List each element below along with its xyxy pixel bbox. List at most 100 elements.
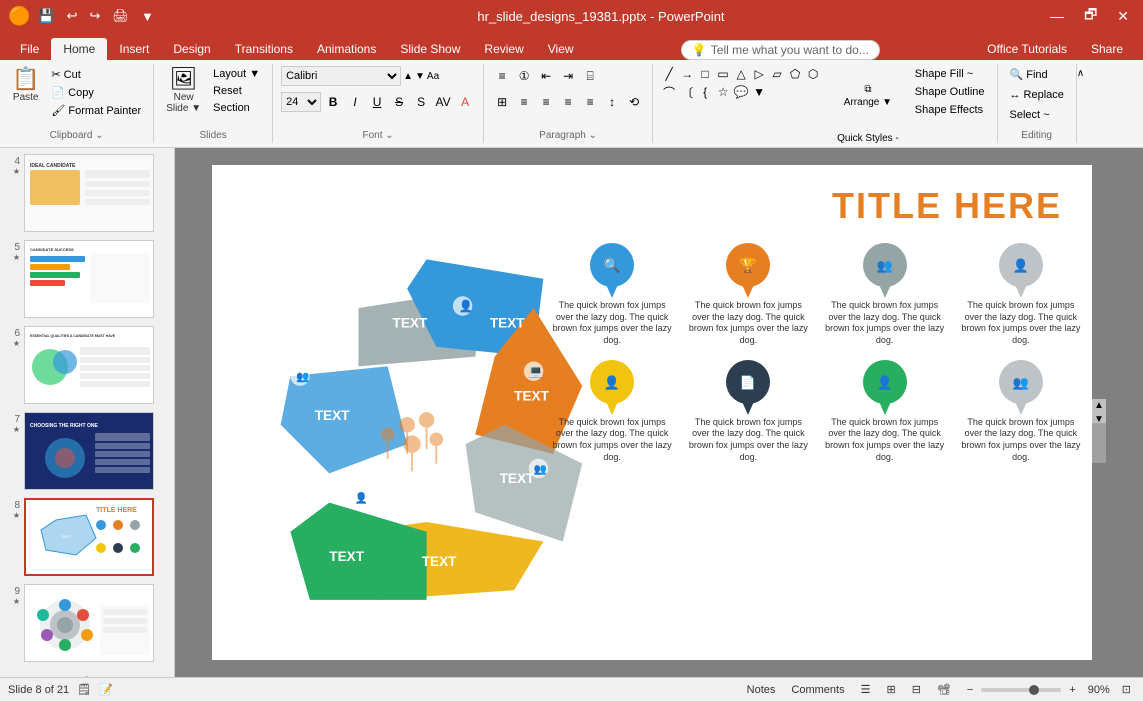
bracket-shape[interactable]: 〔 (679, 84, 695, 100)
reset-button[interactable]: Reset (209, 83, 264, 99)
tab-view[interactable]: View (536, 38, 586, 60)
callout-shape[interactable]: 💬 (733, 84, 749, 100)
line-spacing-button[interactable]: ↕ (602, 92, 622, 112)
decrease-indent-button[interactable]: ⇤ (536, 66, 556, 86)
scroll-up-button[interactable]: ▲ (1092, 399, 1106, 413)
zoom-out-button[interactable]: − (963, 684, 977, 696)
underline-button[interactable]: U (367, 92, 387, 112)
slide-thumb-6[interactable]: 6 ★ ESSENTIAL QUALITIES A CANDIDATE MUST… (4, 324, 170, 406)
justify-button[interactable]: ≡ (580, 92, 600, 112)
smart-art-button[interactable]: ⌸ (580, 66, 600, 86)
close-button[interactable]: ✕ (1111, 8, 1135, 25)
align-center-button[interactable]: ≡ (536, 92, 556, 112)
view-slide-sorter-button[interactable]: ⊞ (882, 683, 899, 696)
rect-shape[interactable]: □ (697, 66, 713, 82)
paste-button[interactable]: 📋 Paste (8, 66, 43, 105)
share-button[interactable]: Share (1079, 38, 1135, 60)
fit-slide-button[interactable]: ⊡ (1118, 683, 1135, 696)
new-slide-button[interactable]: 🖼 NewSlide ▼ (162, 66, 205, 116)
slide-thumbnail-6[interactable]: ESSENTIAL QUALITIES A CANDIDATE MUST HAV… (24, 326, 154, 404)
slide-thumb-8[interactable]: 8 ★ TITLE HERE TEXT (4, 496, 170, 578)
hex-shape[interactable]: ⬡ (805, 66, 821, 82)
rtri-shape[interactable]: ▷ (751, 66, 767, 82)
section-button[interactable]: Section (209, 100, 264, 116)
bullets-button[interactable]: ≡ (492, 66, 512, 86)
font-name-select[interactable]: Calibri (281, 66, 401, 86)
tri-shape[interactable]: △ (733, 66, 749, 82)
replace-button[interactable]: ↔ Replace (1006, 87, 1068, 103)
cols-button[interactable]: ⊞ (492, 92, 512, 112)
char-spacing-button[interactable]: AV (433, 92, 453, 112)
zoom-thumb[interactable] (1029, 685, 1039, 695)
print-button[interactable]: 🖨 (108, 6, 133, 26)
tell-me-input[interactable]: 💡 Tell me what you want to do... (681, 40, 880, 60)
shape-fill-button[interactable]: Shape Fill ~ (911, 66, 989, 82)
view-slideshow-button[interactable]: 📽 (933, 683, 955, 696)
font-size-select[interactable]: 24 (281, 92, 321, 112)
vertical-scrollbar[interactable]: ▲ ▼ (1092, 399, 1106, 427)
zoom-slider[interactable] (981, 688, 1061, 692)
shape-outline-button[interactable]: Shape Outline (911, 84, 989, 100)
view-normal-button[interactable]: ☰ (857, 683, 875, 696)
increase-indent-button[interactable]: ⇥ (558, 66, 578, 86)
tab-review[interactable]: Review (472, 38, 535, 60)
slide-thumbnail-5[interactable]: CANDIDATE SUCCESS (24, 240, 154, 318)
shape-effects-button[interactable]: Shape Effects (911, 102, 989, 118)
quick-access-more[interactable]: ▼ (137, 7, 158, 26)
tab-home[interactable]: Home (51, 38, 107, 60)
slide-thumb-9[interactable]: 9 ★ (4, 582, 170, 664)
rect2-shape[interactable]: ▭ (715, 66, 731, 82)
curved-shape[interactable]: ⌒ (661, 84, 677, 100)
text-direction-button[interactable]: ⟲ (624, 92, 644, 112)
slide-thumbnail-8[interactable]: TITLE HERE TEXT (24, 498, 154, 576)
zoom-in-button[interactable]: + (1065, 684, 1079, 696)
save-button[interactable]: 💾 (34, 6, 58, 26)
arrange-button[interactable]: ⧉ Arrange ▼ (833, 66, 903, 126)
view-reading-button[interactable]: ⊟ (908, 683, 925, 696)
notes-button[interactable]: Notes (743, 684, 780, 696)
slide-thumbnail-7[interactable]: CHOOSING THE RIGHT ONE (24, 412, 154, 490)
copy-button[interactable]: 📄 Copy (47, 84, 145, 101)
brace-shape[interactable]: { (697, 84, 713, 100)
numbering-button[interactable]: ① (514, 66, 534, 86)
bold-button[interactable]: B (323, 92, 343, 112)
format-painter-button[interactable]: 🖌 Format Painter (47, 102, 145, 119)
find-button[interactable]: 🔍 Find (1006, 66, 1052, 83)
more-shapes[interactable]: ▼ (751, 84, 767, 100)
arrow-shape[interactable]: → (679, 66, 695, 82)
strikethrough-button[interactable]: S (389, 92, 409, 112)
penta-shape[interactable]: ⬠ (787, 66, 803, 82)
tab-animations[interactable]: Animations (305, 38, 388, 60)
shadow-button[interactable]: S (411, 92, 431, 112)
comments-button[interactable]: Comments (787, 684, 848, 696)
tab-insert[interactable]: Insert (107, 38, 161, 60)
tab-design[interactable]: Design (161, 38, 222, 60)
slide-thumb-5[interactable]: 5 ★ CANDIDATE SUCCESS (4, 238, 170, 320)
star-shape[interactable]: ☆ (715, 84, 731, 100)
cut-button[interactable]: ✂ Cut (47, 66, 145, 83)
para-shape[interactable]: ▱ (769, 66, 785, 82)
office-tutorials-button[interactable]: Office Tutorials (975, 38, 1079, 60)
slide-panel[interactable]: 4 ★ IDEAL CANDIDATE 5 ★ (0, 148, 175, 677)
slide-canvas[interactable]: TITLE HERE (212, 165, 1092, 660)
align-left-button[interactable]: ≡ (514, 92, 534, 112)
slide-thumbnail-4[interactable]: IDEAL CANDIDATE (24, 154, 154, 232)
tab-transitions[interactable]: Transitions (223, 38, 305, 60)
tab-slideshow[interactable]: Slide Show (388, 38, 472, 60)
slide-thumbnail-9[interactable] (24, 584, 154, 662)
layout-button[interactable]: Layout ▼ (209, 66, 264, 82)
italic-button[interactable]: I (345, 92, 365, 112)
quick-styles-button[interactable]: Quick Styles - (833, 128, 903, 148)
tab-file[interactable]: File (8, 38, 51, 60)
minimize-button[interactable]: — (1044, 8, 1070, 24)
collapse-ribbon-button[interactable]: ∧ (1077, 68, 1084, 79)
font-color-button[interactable]: A (455, 92, 475, 112)
undo-button[interactable]: ↩ (63, 6, 82, 26)
select-button[interactable]: Select ~ (1006, 107, 1054, 123)
redo-button[interactable]: ↪ (86, 6, 105, 26)
panel-scroll-up[interactable]: ▲ (4, 672, 170, 677)
scroll-thumb[interactable] (1092, 423, 1106, 463)
restore-button[interactable]: 🗗 (1078, 4, 1103, 28)
line-shape[interactable]: ╱ (661, 66, 677, 82)
slide-thumb-7[interactable]: 7 ★ CHOOSING THE RIGHT ONE (4, 410, 170, 492)
